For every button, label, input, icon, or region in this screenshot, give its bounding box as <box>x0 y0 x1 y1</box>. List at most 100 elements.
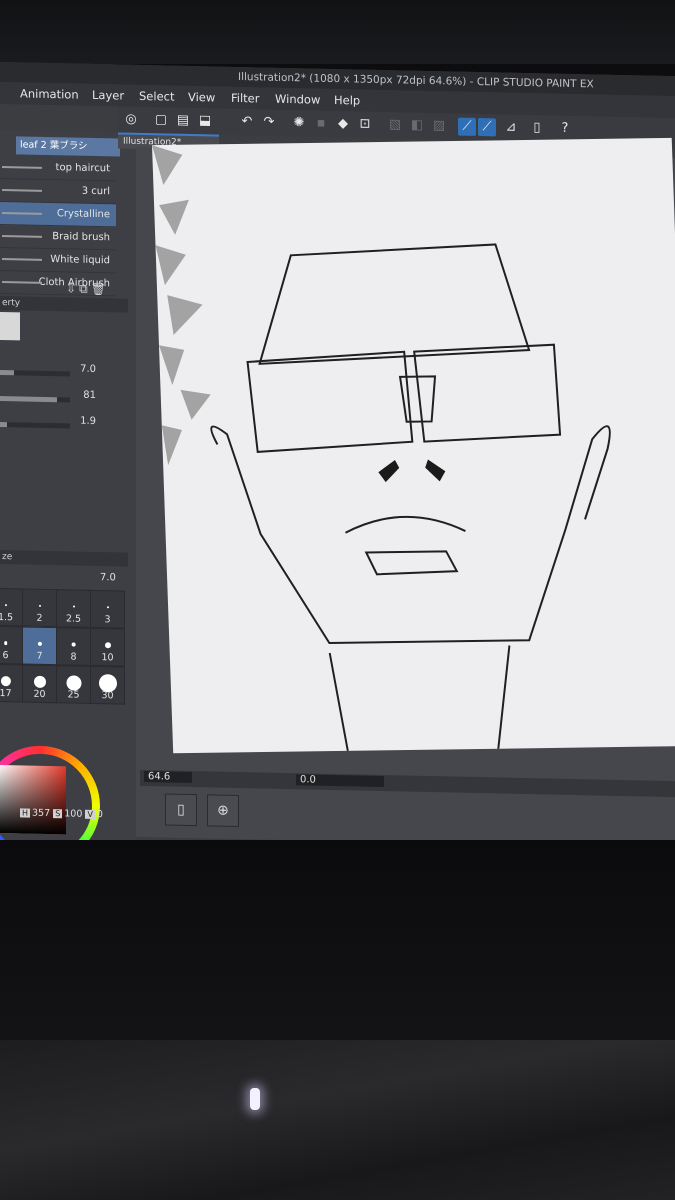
brush-preview <box>0 312 20 341</box>
monitor-bezel <box>0 0 675 64</box>
brush-size-label: 7 <box>36 650 43 662</box>
hue-value[interactable]: 357 <box>32 808 50 819</box>
brush-size-label: 2 <box>36 612 43 624</box>
brush-stroke-preview <box>2 281 42 284</box>
brush-size-dot <box>33 675 46 688</box>
sub-tool-label: Braid brush <box>52 231 110 244</box>
brush-size-dot <box>72 605 75 608</box>
brush-size-label: 17 <box>0 687 12 700</box>
brush-size-slider[interactable]: 7.0 <box>0 362 110 378</box>
brush-size-dot <box>66 674 81 691</box>
fill-icon[interactable]: ◆ <box>334 115 352 133</box>
import-icon[interactable]: ⇩ <box>66 281 79 295</box>
menu-window[interactable]: Window <box>275 92 320 107</box>
zoom-field[interactable]: 64.6 <box>144 771 192 784</box>
brush-size-label: 10 <box>101 652 114 664</box>
brush-size-dot <box>4 604 7 607</box>
brush-size-cell[interactable]: 2.5 <box>56 589 91 628</box>
sub-tool-item-selected[interactable]: Crystalline <box>0 202 116 228</box>
slider-track <box>0 370 70 377</box>
density-slider[interactable]: 1.9 <box>0 414 110 430</box>
clip-studio-icon[interactable]: ◎ <box>122 111 140 129</box>
brush-group-header[interactable]: leaf 2 葉ブラシ <box>16 136 120 157</box>
brush-size-current: 7.0 <box>100 572 116 584</box>
brush-stroke-preview <box>2 212 42 215</box>
save-icon[interactable]: ⬓ <box>196 112 214 130</box>
brush-size-cell[interactable]: 8 <box>56 627 91 666</box>
menu-select[interactable]: Select <box>139 89 174 104</box>
open-icon[interactable]: ▤ <box>174 112 192 130</box>
loading-icon[interactable]: ✺ <box>290 114 308 132</box>
notes-icon[interactable]: ▯ <box>528 119 546 137</box>
ruler-icon[interactable]: ⊿ <box>502 119 520 137</box>
pen-icon[interactable]: ⟋ <box>458 117 476 136</box>
brush-size-cell-selected[interactable]: 7 <box>22 626 57 666</box>
sub-tool-label: top haircut <box>55 162 110 175</box>
nose-marks <box>378 459 446 483</box>
sub-tool-actions: ⇩⧉🗑 <box>66 281 109 297</box>
brush-size-dot <box>3 641 8 645</box>
opacity-slider[interactable]: 81 <box>0 388 110 404</box>
undo-icon[interactable]: ↶ <box>238 113 256 131</box>
transform-icon[interactable]: ⊡ <box>356 115 374 133</box>
brush-stroke-preview <box>2 235 42 238</box>
sub-tool-item[interactable]: 3 curl <box>0 179 116 205</box>
value-label: V <box>85 809 95 819</box>
desk-surface <box>0 1040 675 1200</box>
brush-size-dot <box>106 606 109 609</box>
slider-value[interactable]: 7.0 <box>80 364 96 375</box>
brush-size-cell[interactable]: 25 <box>56 665 91 704</box>
brush-size-cell[interactable]: 10 <box>90 627 125 667</box>
fit-view-icon[interactable]: ⊕ <box>207 794 239 828</box>
sub-tool-item[interactable]: top haircut <box>0 156 116 182</box>
brush-stroke-preview <box>2 166 42 169</box>
brush-size-cell[interactable]: 30 <box>90 665 125 705</box>
new-icon[interactable]: ▢ <box>152 111 170 129</box>
layer-icon[interactable]: ▨ <box>430 117 448 135</box>
pen-active-icon[interactable]: ⟋ <box>478 118 496 137</box>
menu-view[interactable]: View <box>188 90 215 105</box>
value-value[interactable]: 0 <box>97 809 103 820</box>
saturation-value[interactable]: 100 <box>64 808 82 819</box>
duplicate-icon[interactable]: ⧉ <box>79 282 91 296</box>
tool-property-title: erty <box>2 298 21 309</box>
brush-size-cell[interactable]: 20 <box>22 664 57 704</box>
menu-filter[interactable]: Filter <box>231 91 259 106</box>
brush-size-label: 1.5 <box>0 611 14 624</box>
drawing-canvas[interactable] <box>152 137 675 754</box>
slider-track <box>0 422 70 429</box>
menu-help[interactable]: Help <box>334 93 360 108</box>
menu-animation[interactable]: Animation <box>20 86 79 101</box>
saturation-value-box[interactable] <box>0 764 66 835</box>
mask-icon[interactable]: ◧ <box>408 117 426 135</box>
tool-property-header: erty <box>0 296 128 313</box>
clear-icon[interactable]: ▪ <box>312 115 330 133</box>
brush-size-cell[interactable]: 6 <box>0 625 23 665</box>
crop-icon[interactable]: ▧ <box>386 116 404 134</box>
rotation-field[interactable]: 0.0 <box>296 774 384 788</box>
slider-value[interactable]: 81 <box>83 390 96 401</box>
sub-tool-item[interactable]: White liquid <box>0 248 116 274</box>
sub-tool-list: top haircut 3 curl Crystalline Braid bru… <box>0 156 116 297</box>
trash-icon[interactable]: 🗑 <box>91 282 109 296</box>
slider-value[interactable]: 1.9 <box>80 416 96 427</box>
brush-size-cell[interactable]: 17 <box>0 663 23 703</box>
slider-fill <box>0 422 7 428</box>
sub-tool-label: 3 curl <box>81 185 110 198</box>
layer-panel-icon[interactable]: ▯ <box>165 793 197 827</box>
help-icon[interactable]: ? <box>556 120 574 138</box>
redo-icon[interactable]: ↷ <box>260 113 278 131</box>
brush-size-cell[interactable]: 1.5 <box>0 587 23 627</box>
brush-size-label: 2.5 <box>65 613 82 625</box>
brush-size-dot <box>37 641 42 646</box>
brush-size-label: 25 <box>67 689 80 701</box>
brush-size-cell[interactable]: 3 <box>90 589 125 629</box>
sub-tool-label: Crystalline <box>56 208 110 221</box>
left-panel: leaf 2 葉ブラシ top haircut 3 curl Crystalli… <box>0 130 136 855</box>
brush-size-cell[interactable]: 2 <box>22 588 57 628</box>
brush-size-dot <box>38 604 41 607</box>
menu-layer[interactable]: Layer <box>92 88 124 103</box>
sub-tool-item[interactable]: Braid brush <box>0 225 116 251</box>
brush-size-label: 8 <box>70 651 77 663</box>
brush-size-title: ze <box>2 552 13 563</box>
